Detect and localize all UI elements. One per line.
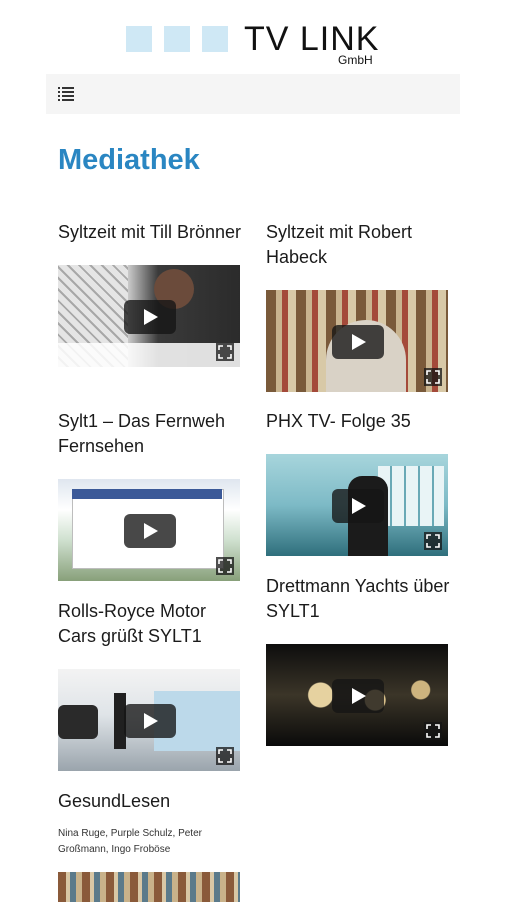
logo-subtext: GmbH: [338, 53, 373, 67]
fullscreen-icon[interactable]: [216, 747, 234, 765]
video-thumbnail[interactable]: [58, 479, 240, 581]
fullscreen-icon[interactable]: [216, 557, 234, 575]
header: TV LINK GmbH: [0, 0, 506, 70]
video-card[interactable]: Syltzeit mit Till Brönner: [58, 220, 242, 367]
logo-square: [164, 26, 190, 52]
video-title[interactable]: Rolls-Royce Motor Cars grüßt SYLT1: [58, 599, 242, 649]
fullscreen-icon[interactable]: [216, 343, 234, 361]
fullscreen-icon[interactable]: [424, 532, 442, 550]
logo-square: [126, 26, 152, 52]
video-thumbnail[interactable]: [266, 454, 448, 556]
video-thumbnail[interactable]: [266, 644, 448, 746]
video-title[interactable]: Syltzeit mit Robert Habeck: [266, 220, 450, 270]
video-card[interactable]: GesundLesen Nina Ruge, Purple Schulz, Pe…: [58, 789, 242, 902]
video-card[interactable]: PHX TV- Folge 35: [266, 409, 450, 556]
play-icon[interactable]: [124, 300, 176, 334]
video-title[interactable]: PHX TV- Folge 35: [266, 409, 450, 434]
play-icon[interactable]: [124, 514, 176, 548]
video-card[interactable]: Drettmann Yachts über SYLT1: [266, 574, 450, 746]
play-icon[interactable]: [332, 325, 384, 359]
video-title[interactable]: Sylt1 – Das Fernweh Fernsehen: [58, 409, 242, 459]
video-card[interactable]: Sylt1 – Das Fernweh Fernsehen: [58, 409, 242, 581]
thumbnail-screen-header: [72, 489, 222, 499]
video-thumbnail[interactable]: [58, 265, 240, 367]
thumbnail-caption: [58, 343, 240, 367]
video-title[interactable]: GesundLesen: [58, 789, 242, 814]
tv-link-logo[interactable]: TV LINK GmbH: [126, 20, 386, 68]
list-menu-icon[interactable]: [58, 87, 74, 101]
play-icon[interactable]: [124, 704, 176, 738]
video-thumbnail[interactable]: [266, 290, 448, 392]
thumbnail-car: [58, 705, 98, 739]
video-title[interactable]: Syltzeit mit Till Brönner: [58, 220, 242, 245]
fullscreen-icon[interactable]: [424, 722, 442, 740]
video-subtitle: Nina Ruge, Purple Schulz, Peter Großmann…: [58, 828, 202, 855]
fullscreen-icon[interactable]: [424, 368, 442, 386]
page-title: Mediathek: [58, 144, 200, 176]
video-thumbnail[interactable]: [58, 669, 240, 771]
play-icon[interactable]: [332, 489, 384, 523]
navigation-bar: [46, 74, 460, 114]
play-icon[interactable]: [332, 679, 384, 713]
video-thumbnail[interactable]: [58, 872, 240, 902]
video-card[interactable]: Rolls-Royce Motor Cars grüßt SYLT1: [58, 599, 242, 771]
video-card[interactable]: Syltzeit mit Robert Habeck: [266, 220, 450, 392]
logo-square: [202, 26, 228, 52]
video-title[interactable]: Drettmann Yachts über SYLT1: [266, 574, 450, 624]
